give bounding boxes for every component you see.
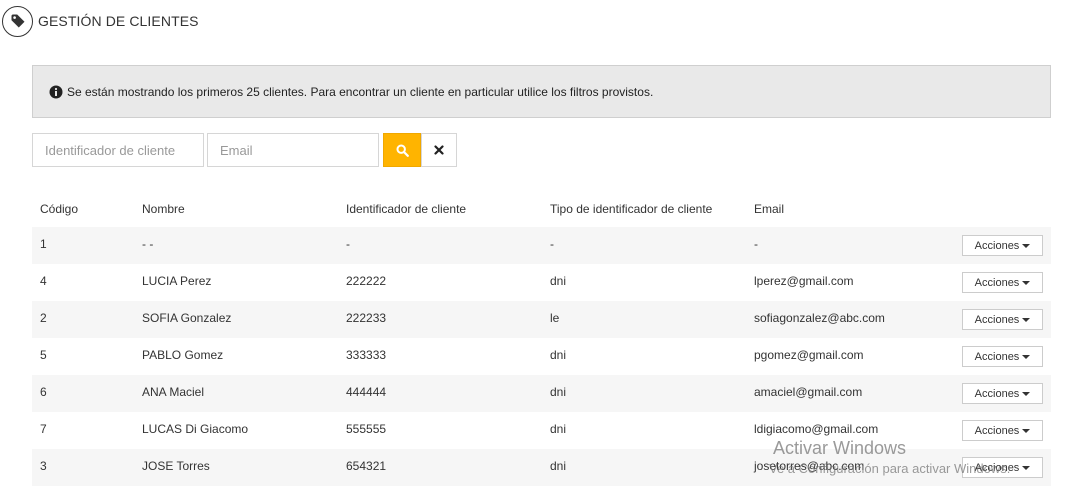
caret-down-icon xyxy=(1022,280,1031,285)
actions-dropdown-button[interactable]: Acciones xyxy=(962,383,1043,404)
cell-codigo: 7 xyxy=(40,422,47,436)
cell-identificador: 222233 xyxy=(346,311,387,325)
cell-identificador: 222222 xyxy=(346,274,387,288)
column-header-tipo: Tipo de identificador de cliente xyxy=(550,202,713,216)
actions-dropdown-button[interactable]: Acciones xyxy=(962,420,1043,441)
actions-label: Acciones xyxy=(974,313,1020,326)
actions-dropdown-button[interactable]: Acciones xyxy=(962,346,1043,367)
cell-email: josetorres@abc.com xyxy=(754,459,865,473)
page-title: GESTIÓN DE CLIENTES xyxy=(38,13,199,29)
times-icon xyxy=(434,145,444,155)
actions-label: Acciones xyxy=(974,350,1020,363)
cell-codigo: 6 xyxy=(40,385,47,399)
actions-label: Acciones xyxy=(974,239,1020,252)
cell-identificador: 654321 xyxy=(346,459,387,473)
cell-email: ldigiacomo@gmail.com xyxy=(754,422,879,436)
actions-label: Acciones xyxy=(974,424,1020,437)
cell-email: sofiagonzalez@abc.com xyxy=(754,311,885,325)
cell-tipo: dni xyxy=(550,422,567,436)
caret-down-icon xyxy=(1022,428,1031,433)
cell-email: pgomez@gmail.com xyxy=(754,348,864,362)
page-header: GESTIÓN DE CLIENTES xyxy=(2,5,199,37)
actions-dropdown-button[interactable]: Acciones xyxy=(962,235,1043,256)
cell-codigo: 3 xyxy=(40,459,47,473)
cell-nombre: LUCAS Di Giacomo xyxy=(142,422,249,436)
email-filter-input[interactable] xyxy=(207,133,379,167)
cell-nombre: ANA Maciel xyxy=(142,385,205,399)
info-banner-text: Se están mostrando los primeros 25 clien… xyxy=(67,84,654,99)
cell-nombre: - - xyxy=(142,237,154,251)
search-icon xyxy=(395,143,409,157)
column-header-identificador: Identificador de cliente xyxy=(346,202,467,216)
cell-nombre: PABLO Gomez xyxy=(142,348,224,362)
table-row: 6 ANA Maciel 444444 dni amaciel@gmail.co… xyxy=(32,375,1051,412)
actions-dropdown-button[interactable]: Acciones xyxy=(962,272,1043,293)
cell-tipo: dni xyxy=(550,274,567,288)
table-row: 3 JOSE Torres 654321 dni josetorres@abc.… xyxy=(32,449,1051,486)
filters-bar xyxy=(32,133,457,167)
column-header-codigo: Código xyxy=(40,202,79,216)
cell-identificador: 333333 xyxy=(346,348,387,362)
cell-tipo: dni xyxy=(550,385,567,399)
cell-tipo: dni xyxy=(550,348,567,362)
cell-email: amaciel@gmail.com xyxy=(754,385,863,399)
caret-down-icon xyxy=(1022,391,1031,396)
page: GESTIÓN DE CLIENTES Se están mostrando l… xyxy=(0,0,1066,497)
client-id-filter-input[interactable] xyxy=(32,133,204,167)
cell-identificador: 555555 xyxy=(346,422,387,436)
caret-down-icon xyxy=(1022,354,1031,359)
cell-codigo: 2 xyxy=(40,311,47,325)
cell-tipo: dni xyxy=(550,459,567,473)
column-header-nombre: Nombre xyxy=(142,202,185,216)
search-button[interactable] xyxy=(383,133,421,167)
cell-tipo: - xyxy=(550,237,554,251)
info-circle-icon xyxy=(49,85,63,99)
table-row: 1 - - - - - Acciones xyxy=(32,227,1051,264)
table-row: 5 PABLO Gomez 333333 dni pgomez@gmail.co… xyxy=(32,338,1051,375)
cell-nombre: JOSE Torres xyxy=(142,459,210,473)
actions-dropdown-button[interactable]: Acciones xyxy=(962,457,1043,478)
caret-down-icon xyxy=(1022,465,1031,470)
actions-label: Acciones xyxy=(974,387,1020,400)
cell-identificador: 444444 xyxy=(346,385,387,399)
tag-icon xyxy=(2,5,33,37)
actions-label: Acciones xyxy=(974,276,1020,289)
actions-dropdown-button[interactable]: Acciones xyxy=(962,309,1043,330)
cell-email: lperez@gmail.com xyxy=(754,274,854,288)
table-row: 2 SOFIA Gonzalez 222233 le sofiagonzalez… xyxy=(32,301,1051,338)
cell-email: - xyxy=(754,237,758,251)
cell-codigo: 1 xyxy=(40,237,47,251)
clear-filters-button[interactable] xyxy=(421,133,457,167)
column-header-email: Email xyxy=(754,202,785,216)
actions-label: Acciones xyxy=(974,461,1020,474)
info-banner: Se están mostrando los primeros 25 clien… xyxy=(32,65,1051,118)
cell-nombre: SOFIA Gonzalez xyxy=(142,311,232,325)
cell-codigo: 4 xyxy=(40,274,47,288)
clients-table: Código Nombre Identificador de cliente T… xyxy=(32,190,1051,486)
cell-tipo: le xyxy=(550,311,560,325)
cell-identificador: - xyxy=(346,237,350,251)
cell-codigo: 5 xyxy=(40,348,47,362)
table-row: 7 LUCAS Di Giacomo 555555 dni ldigiacomo… xyxy=(32,412,1051,449)
table-header: Código Nombre Identificador de cliente T… xyxy=(32,190,1051,227)
table-row: 4 LUCIA Perez 222222 dni lperez@gmail.co… xyxy=(32,264,1051,301)
cell-nombre: LUCIA Perez xyxy=(142,274,212,288)
caret-down-icon xyxy=(1022,317,1031,322)
caret-down-icon xyxy=(1022,243,1031,248)
